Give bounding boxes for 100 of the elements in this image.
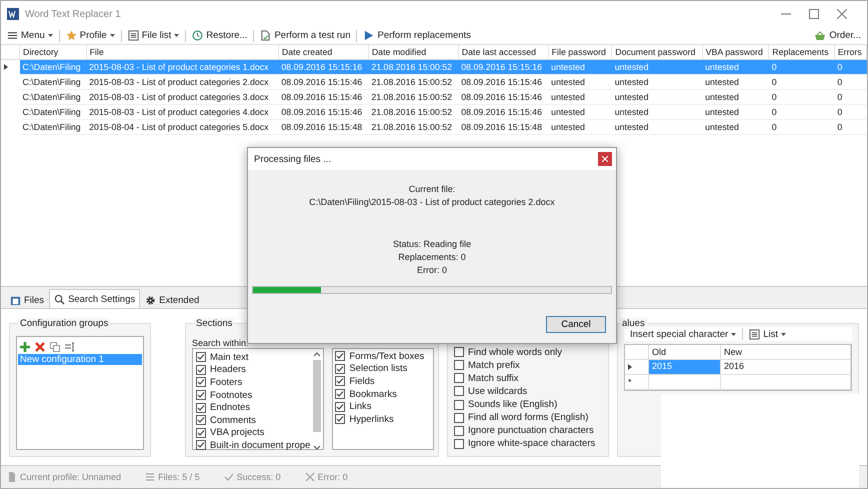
checkbox-label: Footers — [210, 376, 242, 388]
order-button[interactable]: Order... — [812, 30, 863, 41]
checkbox[interactable] — [335, 402, 346, 412]
table-cell[interactable] — [649, 375, 721, 390]
checkbox[interactable] — [196, 440, 206, 450]
checkbox[interactable] — [196, 402, 206, 413]
table-cell: 2015-08-04 - List of product categories 5.docx — [86, 120, 278, 134]
checkbox-label: Sounds like (English) — [468, 399, 558, 410]
toolbar-button[interactable]: File list — [126, 30, 182, 41]
list-icon — [145, 472, 156, 482]
files-icon — [10, 295, 21, 306]
toolbar-button[interactable]: Perform replacements — [361, 30, 473, 41]
clock-icon — [192, 30, 204, 41]
row-pointer-icon — [4, 64, 8, 70]
group-title: Sections — [194, 318, 234, 329]
checkbox-label: Fields — [349, 376, 375, 387]
checkbox[interactable] — [335, 389, 346, 400]
list-icon — [749, 328, 760, 340]
checkbox[interactable] — [196, 352, 206, 362]
row-pointer-icon — [628, 364, 632, 370]
checkbox[interactable] — [196, 364, 206, 375]
current-file-path: C:\Daten\Filing\2015-08-03 - List of product categories 2.docx — [309, 197, 555, 207]
checkbox[interactable] — [454, 438, 464, 449]
caret-icon — [48, 34, 53, 37]
close-icon[interactable] — [837, 9, 847, 19]
checkbox[interactable] — [196, 390, 206, 400]
star-icon — [66, 30, 77, 41]
close-button[interactable] — [598, 152, 612, 166]
checkbox[interactable] — [454, 347, 464, 358]
tab[interactable]: Extended — [140, 292, 204, 308]
checkbox-label: Match prefix — [468, 360, 520, 371]
caret-icon — [781, 332, 786, 336]
checkbox[interactable] — [335, 351, 346, 362]
replacements-count: Replacements: 0 — [398, 252, 466, 262]
status-text: Error: 0 — [318, 472, 348, 482]
tab[interactable]: Files — [5, 292, 50, 308]
toolbar-button[interactable]: Insert special character — [628, 328, 738, 340]
checkbox-label: Ignore white-space characters — [468, 438, 596, 450]
checkbox-label: Selection lists — [349, 363, 408, 374]
error-count: Error: 0 — [416, 265, 447, 275]
status-text: Files: 5 / 5 — [158, 472, 200, 482]
toolbar-button[interactable]: List — [747, 328, 788, 340]
cancel-button[interactable]: Cancel — [546, 316, 606, 333]
checkbox[interactable] — [196, 377, 206, 388]
copy-icon[interactable] — [50, 342, 60, 352]
checkbox[interactable] — [454, 412, 464, 423]
document-icon — [7, 472, 17, 482]
toolbar-button[interactable]: Profile — [64, 30, 117, 41]
scrollbar-drawing[interactable] — [312, 350, 322, 452]
toolbar-button[interactable]: Menu — [5, 30, 55, 41]
caret-icon — [110, 34, 115, 37]
checkbox-label: Match suffix — [468, 372, 519, 384]
checkbox[interactable] — [454, 373, 464, 384]
checkbox[interactable] — [454, 426, 464, 436]
checkbox-label: Endnotes — [210, 402, 250, 414]
close-icon — [602, 156, 608, 162]
checkbox-label: Built-in document prope — [210, 440, 310, 451]
checkbox-label: VBA projects — [210, 427, 264, 438]
window-title: Word Text Replacer 1 — [25, 8, 122, 20]
toolbar-button[interactable]: Perform a test run — [258, 30, 352, 41]
table-cell: 08.09.2016 15:15:48 — [278, 120, 368, 134]
row-header — [625, 345, 649, 360]
checkbox-label: Footnotes — [210, 390, 252, 401]
checkbox[interactable] — [335, 364, 346, 374]
table-cell[interactable] — [721, 375, 851, 390]
checkbox[interactable] — [196, 428, 206, 438]
toolbar-button[interactable]: Restore... — [190, 30, 250, 41]
status-text: Current profile: Unnamed — [20, 472, 122, 482]
dialog-title: Processing files ... — [254, 154, 332, 164]
delete-icon[interactable] — [35, 342, 45, 352]
checkbox[interactable] — [454, 400, 464, 410]
list-icon — [128, 30, 139, 41]
checkbox-label: Headers — [210, 364, 246, 376]
table-cell: 0 — [768, 120, 834, 134]
checkbox[interactable] — [454, 386, 464, 396]
checkbox[interactable] — [454, 360, 464, 370]
status-text: Status: Reading file — [392, 239, 472, 249]
group-title: Configuration groups — [18, 318, 110, 329]
tab[interactable]: Search Settings — [49, 289, 140, 308]
add-icon[interactable] — [20, 342, 30, 352]
table-cell: C:\Daten\Filing — [20, 120, 86, 134]
check-icon — [224, 472, 234, 482]
search-within-label: Search within: — [192, 338, 249, 348]
rename-icon[interactable] — [65, 342, 75, 352]
checkbox-label: Use wildcards — [468, 386, 528, 397]
current-file-label: Current file: — [408, 184, 456, 194]
maximize-icon[interactable] — [809, 9, 819, 19]
checkbox-label: Bookmarks — [349, 388, 397, 400]
table-cell: untested — [548, 120, 612, 134]
checkbox[interactable] — [335, 414, 346, 424]
checkbox-label: Ignore punctuation characters — [468, 425, 594, 436]
table-cell: untested — [702, 120, 769, 134]
checkbox[interactable] — [196, 415, 206, 426]
status-text: Success: 0 — [236, 472, 281, 482]
play-icon — [363, 30, 374, 41]
checkbox[interactable] — [335, 376, 346, 386]
checkbox-label: Find whole words only — [468, 346, 562, 358]
table-cell: untested — [612, 120, 702, 134]
table-cell: 21.08.2016 15:00:52 — [368, 120, 458, 134]
table-cell[interactable]: 2016 — [721, 360, 851, 375]
